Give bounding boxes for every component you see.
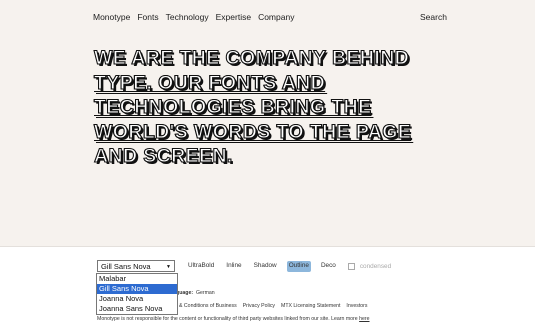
headline-underlined: WORLD'S WORDS TO THE PAGE [93, 120, 412, 143]
font-select[interactable]: Gill Sans Nova ▼ [97, 260, 175, 272]
learn-more-link[interactable]: here [359, 316, 369, 322]
headline-line: WORLD'S WORDS TO THE PAGE [93, 120, 424, 145]
style-shadow-button[interactable]: Shadow [252, 261, 279, 272]
footer-link-privacy[interactable]: Privacy Policy [243, 303, 275, 309]
condensed-toggle[interactable]: condensed [346, 261, 395, 272]
headline-line: WE ARE THE COMPANY BEHIND [93, 46, 410, 69]
nav-item-technology[interactable]: Technology [166, 12, 209, 22]
font-toolbar: Gill Sans Nova ▼ UltraBold Inline Shadow… [0, 246, 535, 287]
headline-line: TECHNOLOGIES BRING THE [93, 95, 424, 120]
chevron-down-icon: ▼ [166, 264, 171, 270]
hero-headline: WE ARE THE COMPANY BEHIND TYPE. OUR FONT… [93, 46, 424, 169]
headline-line: AND SCREEN. [93, 145, 233, 168]
font-option[interactable]: Malabar [97, 274, 177, 284]
style-ultrabold-button[interactable]: UltraBold [186, 261, 216, 272]
disclaimer-text: Monotype is not responsible for the cont… [97, 316, 358, 322]
main-nav: Monotype Fonts Technology Expertise Comp… [93, 12, 294, 22]
nav-item-expertise[interactable]: Expertise [216, 12, 251, 22]
nav-item-fonts[interactable]: Fonts [137, 12, 158, 22]
style-outline-button[interactable]: Outline [286, 261, 311, 272]
font-option[interactable]: Joanna Sans Nova [97, 304, 177, 314]
footer-link-mtx[interactable]: MTX Licensing Statement [281, 303, 340, 309]
footer-link-investors[interactable]: Investors [346, 303, 367, 309]
language-value[interactable]: German [196, 290, 215, 296]
nav-item-company[interactable]: Company [258, 12, 294, 22]
nav-item-monotype[interactable]: Monotype [93, 12, 130, 22]
headline-line: TYPE. OUR FONTS AND [93, 71, 424, 96]
style-options: UltraBold Inline Shadow Outline Deco con… [186, 261, 395, 272]
search-link[interactable]: Search [420, 12, 447, 22]
style-deco-button[interactable]: Deco [319, 261, 338, 272]
headline-underlined: TECHNOLOGIES BRING THE [93, 96, 372, 119]
footer-links: s & Conditions of Business Privacy Polic… [175, 303, 367, 309]
headline-underlined: TYPE. OUR FONTS AND [93, 71, 326, 94]
font-dropdown-list[interactable]: Malabar Gill Sans Nova Joanna Nova Joann… [96, 273, 178, 315]
font-select-value: Gill Sans Nova [101, 262, 151, 271]
style-inline-button[interactable]: Inline [224, 261, 243, 272]
font-option[interactable]: Joanna Nova [97, 294, 177, 304]
checkbox-icon[interactable] [347, 263, 355, 270]
font-option-selected[interactable]: Gill Sans Nova [97, 284, 177, 294]
hero-section: Monotype Fonts Technology Expertise Comp… [0, 0, 535, 246]
condensed-label: condensed [359, 263, 392, 270]
footer-disclaimer: Monotype is not responsible for the cont… [97, 316, 370, 322]
footer-link-terms[interactable]: s & Conditions of Business [175, 303, 237, 309]
